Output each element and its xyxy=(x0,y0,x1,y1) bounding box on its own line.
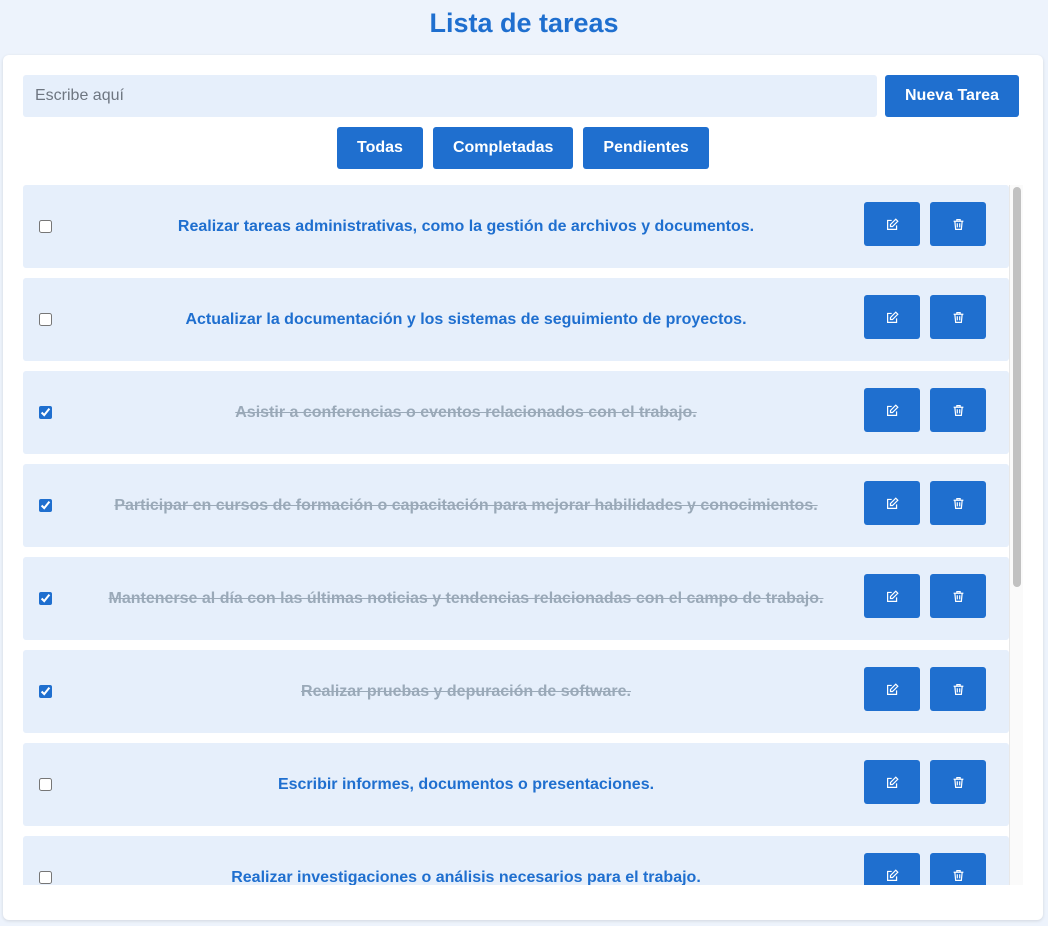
task-text: Actualizar la documentación y los sistem… xyxy=(185,310,747,328)
edit-task-button[interactable] xyxy=(864,853,920,885)
edit-icon xyxy=(886,403,899,417)
trash-icon xyxy=(952,869,965,882)
delete-task-button[interactable] xyxy=(930,295,986,339)
task-list-container: Realizar tareas administrativas, como la… xyxy=(23,185,1023,885)
task-checkbox[interactable] xyxy=(39,685,52,698)
task-text: Realizar investigaciones o análisis nece… xyxy=(231,868,701,886)
task-text: Participar en cursos de formación o capa… xyxy=(114,496,818,514)
edit-icon xyxy=(886,682,899,696)
filter-all-button[interactable]: Todas xyxy=(337,127,423,169)
task-item: Escribir informes, documentos o presenta… xyxy=(23,743,1009,826)
trash-icon xyxy=(952,404,965,417)
task-text: Escribir informes, documentos o presenta… xyxy=(277,775,655,793)
trash-icon xyxy=(952,497,965,510)
task-item: Realizar pruebas y depuración de softwar… xyxy=(23,650,1009,733)
task-item: Realizar investigaciones o análisis nece… xyxy=(23,836,1009,885)
todo-card: Nueva Tarea Todas Completadas Pendientes… xyxy=(3,55,1043,920)
delete-task-button[interactable] xyxy=(930,202,986,246)
task-item: Mantenerse al día con las últimas notici… xyxy=(23,557,1009,640)
edit-task-button[interactable] xyxy=(864,388,920,432)
delete-task-button[interactable] xyxy=(930,853,986,885)
trash-icon xyxy=(952,590,965,603)
edit-icon xyxy=(886,496,899,510)
new-task-row: Nueva Tarea xyxy=(23,75,1019,117)
task-checkbox[interactable] xyxy=(39,313,52,326)
edit-task-button[interactable] xyxy=(864,481,920,525)
scrollbar-thumb[interactable] xyxy=(1013,187,1021,587)
filter-bar: Todas Completadas Pendientes xyxy=(337,127,709,169)
trash-icon xyxy=(952,311,965,324)
task-checkbox[interactable] xyxy=(39,220,52,233)
edit-icon xyxy=(886,589,899,603)
edit-task-button[interactable] xyxy=(864,760,920,804)
task-item: Actualizar la documentación y los sistem… xyxy=(23,278,1009,361)
task-checkbox[interactable] xyxy=(39,871,52,884)
edit-icon xyxy=(886,775,899,789)
edit-icon xyxy=(886,217,899,231)
task-text: Asistir a conferencias o eventos relacio… xyxy=(235,403,697,421)
task-text: Mantenerse al día con las últimas notici… xyxy=(108,589,824,607)
new-task-button[interactable]: Nueva Tarea xyxy=(885,75,1019,117)
trash-icon xyxy=(952,218,965,231)
task-text: Realizar pruebas y depuración de softwar… xyxy=(301,682,631,700)
task-input[interactable] xyxy=(23,75,877,117)
task-item: Asistir a conferencias o eventos relacio… xyxy=(23,371,1009,454)
delete-task-button[interactable] xyxy=(930,481,986,525)
task-text: Realizar tareas administrativas, como la… xyxy=(177,217,755,235)
delete-task-button[interactable] xyxy=(930,760,986,804)
task-checkbox[interactable] xyxy=(39,499,52,512)
filter-pending-button[interactable]: Pendientes xyxy=(583,127,709,169)
task-item: Participar en cursos de formación o capa… xyxy=(23,464,1009,547)
page-title: Lista de tareas xyxy=(429,8,619,38)
scrollbar[interactable] xyxy=(1009,185,1023,885)
edit-task-button[interactable] xyxy=(864,202,920,246)
task-checkbox[interactable] xyxy=(39,778,52,791)
edit-task-button[interactable] xyxy=(864,295,920,339)
trash-icon xyxy=(952,776,965,789)
delete-task-button[interactable] xyxy=(930,574,986,618)
edit-task-button[interactable] xyxy=(864,667,920,711)
delete-task-button[interactable] xyxy=(930,388,986,432)
task-checkbox[interactable] xyxy=(39,592,52,605)
task-checkbox[interactable] xyxy=(39,406,52,419)
filter-completed-button[interactable]: Completadas xyxy=(432,127,574,169)
task-list: Realizar tareas administrativas, como la… xyxy=(23,185,1009,885)
edit-task-button[interactable] xyxy=(864,574,920,618)
edit-icon xyxy=(886,868,899,882)
trash-icon xyxy=(952,683,965,696)
edit-icon xyxy=(886,310,899,324)
task-item: Realizar tareas administrativas, como la… xyxy=(23,185,1009,268)
delete-task-button[interactable] xyxy=(930,667,986,711)
